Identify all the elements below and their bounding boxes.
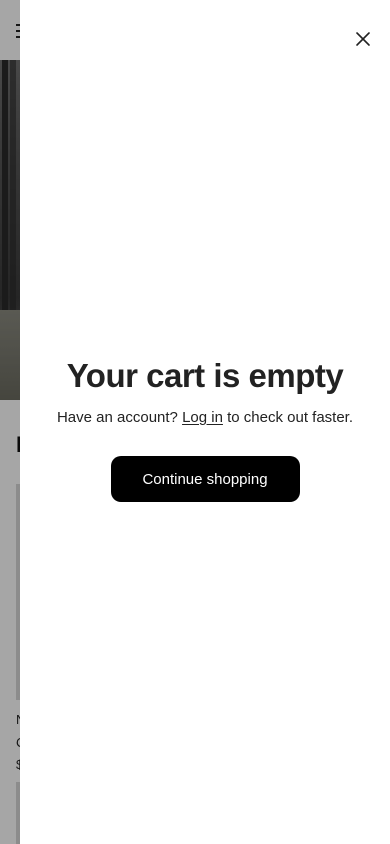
continue-shopping-button[interactable]: Continue shopping (110, 456, 300, 502)
close-icon (356, 32, 370, 46)
empty-cart-title: Your cart is empty (66, 357, 344, 394)
account-prompt-suffix: to check out faster. (227, 409, 354, 426)
empty-cart-state: Your cart is empty Have an account? Log … (20, 352, 390, 502)
login-link[interactable]: Log in (182, 409, 223, 426)
cart-drawer: Your cart is empty Have an account? Log … (20, 0, 390, 844)
close-button[interactable] (350, 26, 376, 52)
account-prompt-text: Have an account? (56, 409, 178, 426)
account-prompt: Have an account? Log in to check out fas… (20, 408, 390, 428)
